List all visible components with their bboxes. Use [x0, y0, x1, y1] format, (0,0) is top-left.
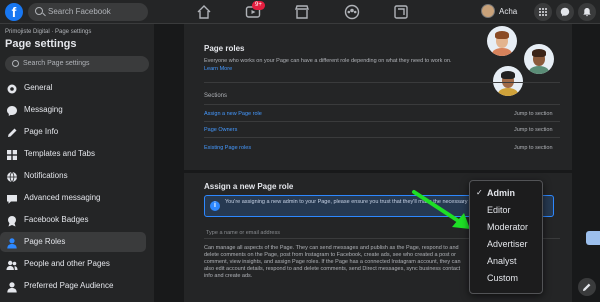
person-illustration-3: [493, 66, 523, 96]
section-link-assign-new-role[interactable]: Assign a new Page role: [204, 111, 262, 117]
divider: [204, 137, 560, 138]
divider: [204, 82, 560, 83]
role-option-label: Advertiser: [487, 239, 528, 249]
add-button[interactable]: [586, 231, 600, 245]
role-option-label: Moderator: [487, 222, 529, 232]
marketplace-icon[interactable]: [294, 4, 310, 20]
person-illustration-2: [524, 44, 554, 74]
search-placeholder: Search Facebook: [48, 7, 111, 16]
home-icon[interactable]: [196, 4, 212, 20]
sidebar-item-advanced-messaging[interactable]: Advanced messaging: [0, 188, 146, 208]
role-option-label: Custom: [487, 273, 519, 283]
breadcrumb[interactable]: Primojiste Digital · Page settings: [5, 29, 91, 35]
badge-icon: [6, 214, 18, 227]
role-select-dropdown[interactable]: ✓ Admin Editor Moderator Advertiser Anal…: [469, 180, 543, 294]
role-option-admin[interactable]: ✓ Admin: [470, 185, 544, 202]
sidebar-item-messaging[interactable]: Messaging: [0, 100, 146, 120]
jump-to-section-link[interactable]: Jump to section: [514, 127, 553, 133]
grid-icon: [6, 148, 18, 160]
divider: [204, 121, 560, 122]
sidebar-item-label: Facebook Badges: [24, 215, 89, 224]
jump-to-section-link[interactable]: Jump to section: [514, 145, 553, 151]
sidebar-item-page-info[interactable]: Page Info: [0, 122, 146, 142]
sections-label: Sections: [204, 93, 228, 99]
page-roles-description: Everyone who works on your Page can have…: [204, 58, 452, 64]
role-option-analyst[interactable]: Analyst: [470, 253, 544, 270]
section-link-page-owners[interactable]: Page Owners: [204, 127, 237, 133]
messenger-icon: [560, 7, 570, 17]
watch-notification-badge: 9+: [252, 1, 265, 10]
role-option-custom[interactable]: Custom: [470, 270, 544, 287]
new-message-button[interactable]: [578, 278, 596, 296]
people-icon: [6, 258, 18, 270]
sidebar-item-label: Advanced messaging: [24, 193, 101, 202]
role-option-advertiser[interactable]: Advertiser: [470, 236, 544, 253]
role-option-moderator[interactable]: Moderator: [470, 219, 544, 236]
jump-to-section-link[interactable]: Jump to section: [514, 111, 553, 117]
chat-icon: [6, 192, 18, 204]
page-roles-card: Page roles Everyone who works on your Pa…: [184, 24, 572, 170]
messenger-button[interactable]: [556, 3, 574, 21]
user-icon: [6, 236, 18, 249]
role-option-editor[interactable]: Editor: [470, 202, 544, 219]
sidebar-item-page-roles[interactable]: Page Roles: [0, 232, 146, 252]
divider: [204, 104, 560, 105]
sidebar-item-label: People and other Pages: [24, 259, 110, 268]
sidebar-item-preferred-page-audience[interactable]: Preferred Page Audience: [0, 276, 146, 296]
search-icon: [35, 7, 43, 15]
role-description-text: Can manage all aspects of the Page. They…: [204, 245, 461, 279]
sidebar-item-label: Messaging: [24, 105, 63, 114]
sidebar-item-people-and-other-pages[interactable]: People and other Pages: [0, 254, 146, 274]
section-link-existing-page-roles[interactable]: Existing Page roles: [204, 145, 251, 151]
profile-button[interactable]: Acha: [481, 3, 533, 21]
checkmark-icon: ✓: [476, 188, 483, 197]
settings-sidebar: Primojiste Digital · Page settings Page …: [0, 24, 154, 302]
sidebar-item-facebook-badges[interactable]: Facebook Badges: [0, 210, 146, 230]
audience-icon: [6, 280, 18, 293]
groups-icon[interactable]: [344, 4, 360, 20]
learn-more-link[interactable]: Learn More: [204, 66, 232, 72]
top-navigation-bar: f Search Facebook 9+ Acha: [0, 0, 600, 24]
compose-icon: [583, 283, 591, 291]
info-icon: i: [210, 201, 220, 211]
gaming-icon[interactable]: [393, 4, 409, 20]
notifications-button[interactable]: [578, 3, 596, 21]
facebook-search-input[interactable]: Search Facebook: [28, 3, 148, 21]
sidebar-item-label: General: [24, 83, 53, 92]
sidebar-item-templates-and-tabs[interactable]: Templates and Tabs: [0, 144, 146, 164]
settings-search-input[interactable]: Search Page settings: [5, 56, 149, 72]
menu-button[interactable]: [534, 3, 552, 21]
menu-grid-icon: [539, 8, 547, 16]
assign-role-title: Assign a new Page role: [204, 182, 294, 191]
sidebar-item-label: Page Info: [24, 127, 59, 136]
sidebar-item-label: Preferred Page Audience: [24, 281, 114, 290]
profile-name: Acha: [499, 7, 518, 16]
search-icon: [12, 60, 19, 67]
page-title: Page settings: [5, 38, 77, 50]
bell-icon: [583, 8, 591, 17]
sidebar-item-label: Page Roles: [24, 237, 66, 246]
sidebar-item-label: Templates and Tabs: [24, 149, 96, 158]
sidebar-item-notifications[interactable]: Notifications: [0, 166, 146, 186]
gear-icon: [6, 82, 18, 94]
page-roles-title: Page roles: [204, 44, 245, 53]
avatar: [481, 4, 495, 18]
role-option-label: Editor: [487, 205, 511, 215]
sidebar-item-label: Notifications: [24, 171, 68, 180]
person-illustration-1: [487, 26, 517, 56]
pencil-icon: [6, 126, 18, 138]
sidebar-item-general[interactable]: General: [0, 78, 146, 98]
messaging-icon: [6, 104, 18, 116]
settings-search-placeholder: Search Page settings: [23, 60, 90, 67]
role-option-label: Analyst: [487, 256, 517, 266]
globe-icon: [6, 170, 18, 183]
role-option-label: Admin: [487, 188, 515, 198]
facebook-logo[interactable]: f: [5, 3, 23, 21]
person-search-placeholder: Type a name or email address: [206, 230, 280, 236]
